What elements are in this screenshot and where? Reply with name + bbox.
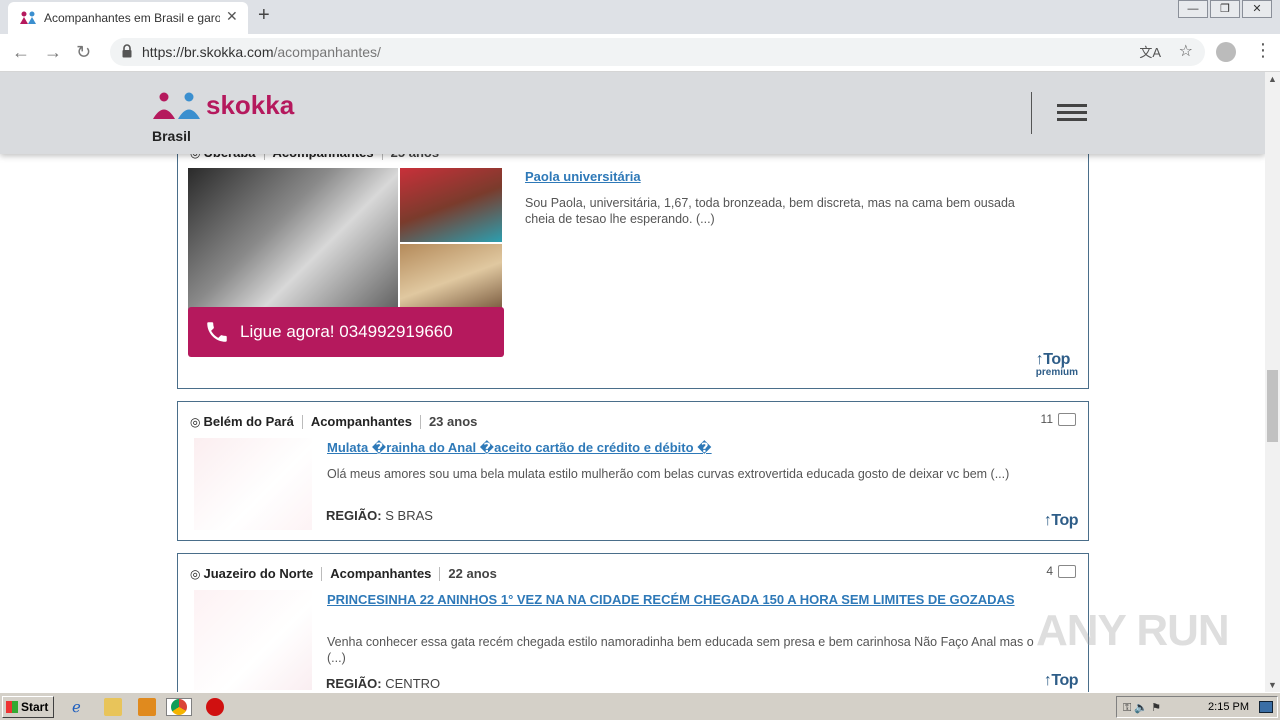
reload-icon[interactable]: ↻ — [76, 42, 91, 63]
listing-location: Belém do Pará — [203, 414, 294, 429]
minimize-icon[interactable]: — — [1178, 0, 1208, 18]
badge-label: Top — [1051, 672, 1078, 689]
listing-card[interactable]: ◎ Juazeiro do Norte Acompanhantes 22 ano… — [177, 553, 1089, 692]
security-alert-icon[interactable] — [206, 698, 224, 716]
tab-title: Acompanhantes em Brasil e garotas — [44, 11, 220, 25]
taskbar: Start ℯ ⚿ 🔈 ⚑ 2:15 PM — [0, 692, 1280, 720]
site-header: skokka Brasil — [0, 72, 1265, 154]
tray-icons[interactable]: ⚿ 🔈 ⚑ — [1123, 701, 1161, 715]
scrollbar-thumb[interactable] — [1267, 370, 1278, 442]
back-icon[interactable]: ← — [12, 42, 30, 63]
address-bar[interactable]: https://br.skokka.com/acompanhantes/ 文A … — [110, 38, 1205, 66]
listing-description: Venha conhecer essa gata recém chegada e… — [327, 635, 1034, 665]
translate-icon[interactable]: 文A — [1139, 42, 1161, 61]
listing-card[interactable]: ◎ Uberaba Acompanhantes 25 anos Paola un… — [177, 132, 1089, 389]
photo-count: 4 — [1046, 564, 1076, 578]
photo-count: 11 — [1041, 412, 1076, 426]
listing-title-link[interactable]: PRINCESINHA 22 ANINHOS 1° VEZ NA NA CIDA… — [327, 592, 1017, 608]
hamburger-menu-icon[interactable] — [1057, 104, 1087, 122]
close-window-icon[interactable]: ✕ — [1242, 0, 1272, 18]
listing-location: Juazeiro do Norte — [203, 566, 314, 581]
badge-label: Top — [1043, 351, 1070, 368]
folder-icon[interactable] — [104, 698, 122, 716]
listing-title-link[interactable]: Paola universitária — [525, 169, 641, 184]
listing-age: 22 anos — [448, 566, 497, 581]
listing-photo-thumb[interactable] — [400, 168, 502, 242]
system-tray: ⚿ 🔈 ⚑ 2:15 PM — [1116, 696, 1278, 718]
top-premium-badge: ↑Top premium — [1036, 351, 1078, 378]
page-scrollbar[interactable]: ▲ ▼ — [1265, 72, 1280, 692]
listing-meta: ◎ Belém do Pará Acompanhantes 23 anos — [190, 414, 477, 429]
listing-photo-main[interactable] — [194, 590, 312, 690]
window-controls: — ❐ ✕ — [1176, 0, 1272, 18]
camera-icon — [1058, 564, 1076, 578]
bookmark-star-icon[interactable]: ☆ — [1179, 41, 1193, 61]
listing-title-link[interactable]: Mulata �rainha do Anal �aceito cartão de… — [327, 440, 712, 456]
listing-photo-main[interactable] — [188, 168, 398, 317]
profile-avatar-icon[interactable] — [1216, 42, 1236, 62]
browser-menu-icon[interactable]: ⋮ — [1254, 40, 1272, 61]
desktop-icon[interactable] — [1259, 701, 1273, 713]
top-badge: ↑Top — [1044, 672, 1079, 690]
badge-sublabel: premium — [1035, 367, 1078, 378]
logo-text: skokka — [206, 90, 295, 120]
tab-close-icon[interactable]: ✕ — [226, 8, 238, 25]
location-pin-icon: ◎ — [190, 414, 201, 429]
camera-icon — [1058, 412, 1076, 426]
scroll-down-icon[interactable]: ▼ — [1268, 680, 1277, 690]
media-player-icon[interactable] — [138, 698, 156, 716]
listing-category: Acompanhantes — [310, 414, 412, 429]
page-viewport: skokka Brasil ◎ Uberaba Acompanhantes 25… — [0, 72, 1265, 692]
region-label[interactable]: Brasil — [152, 128, 191, 144]
new-tab-icon[interactable]: + — [258, 4, 270, 27]
start-button[interactable]: Start — [2, 696, 54, 718]
listing-category: Acompanhantes — [330, 566, 432, 581]
listing-age: 23 anos — [428, 414, 478, 429]
listing-description: Sou Paola, universitária, 1,67, toda bro… — [525, 196, 1015, 226]
skokka-favicon-icon — [20, 11, 36, 24]
listing-card[interactable]: ◎ Belém do Pará Acompanhantes 23 anos 11… — [177, 401, 1089, 541]
logo-figures-icon — [153, 92, 200, 119]
location-pin-icon: ◎ — [190, 566, 201, 581]
browser-tab[interactable]: Acompanhantes em Brasil e garotas ✕ — [8, 2, 248, 34]
anyrun-watermark: ANY RUN — [1036, 606, 1230, 655]
call-now-label: Ligue agora! 034992919660 — [240, 322, 453, 341]
listing-meta: ◎ Juazeiro do Norte Acompanhantes 22 ano… — [190, 566, 497, 581]
listing-region: REGIÃO: CENTRO — [326, 676, 441, 691]
clock: 2:15 PM — [1208, 701, 1249, 713]
header-divider — [1031, 92, 1032, 134]
chrome-taskbar-button[interactable] — [166, 698, 192, 716]
scroll-up-icon[interactable]: ▲ — [1268, 74, 1277, 84]
restore-icon[interactable]: ❐ — [1210, 0, 1240, 18]
listing-description: Olá meus amores sou uma bela mulata esti… — [327, 467, 1010, 481]
ie-icon[interactable]: ℯ — [72, 698, 90, 716]
call-now-button[interactable]: Ligue agora! 034992919660 — [188, 307, 504, 357]
tab-strip: Acompanhantes em Brasil e garotas ✕ + — … — [0, 0, 1280, 34]
listing-region: REGIÃO: S BRAS — [326, 508, 433, 523]
top-badge: ↑Top — [1044, 512, 1079, 530]
forward-icon[interactable]: → — [44, 42, 62, 63]
toolbar: ← → ↻ https://br.skokka.com/acompanhante… — [0, 34, 1280, 72]
windows-logo-icon — [6, 701, 18, 713]
lock-icon — [122, 44, 132, 58]
listing-photo-main[interactable] — [194, 438, 312, 530]
badge-label: Top — [1051, 512, 1078, 529]
url-text: https://br.skokka.com/acompanhantes/ — [142, 44, 381, 60]
chrome-icon — [171, 699, 187, 715]
phone-icon — [207, 322, 227, 342]
